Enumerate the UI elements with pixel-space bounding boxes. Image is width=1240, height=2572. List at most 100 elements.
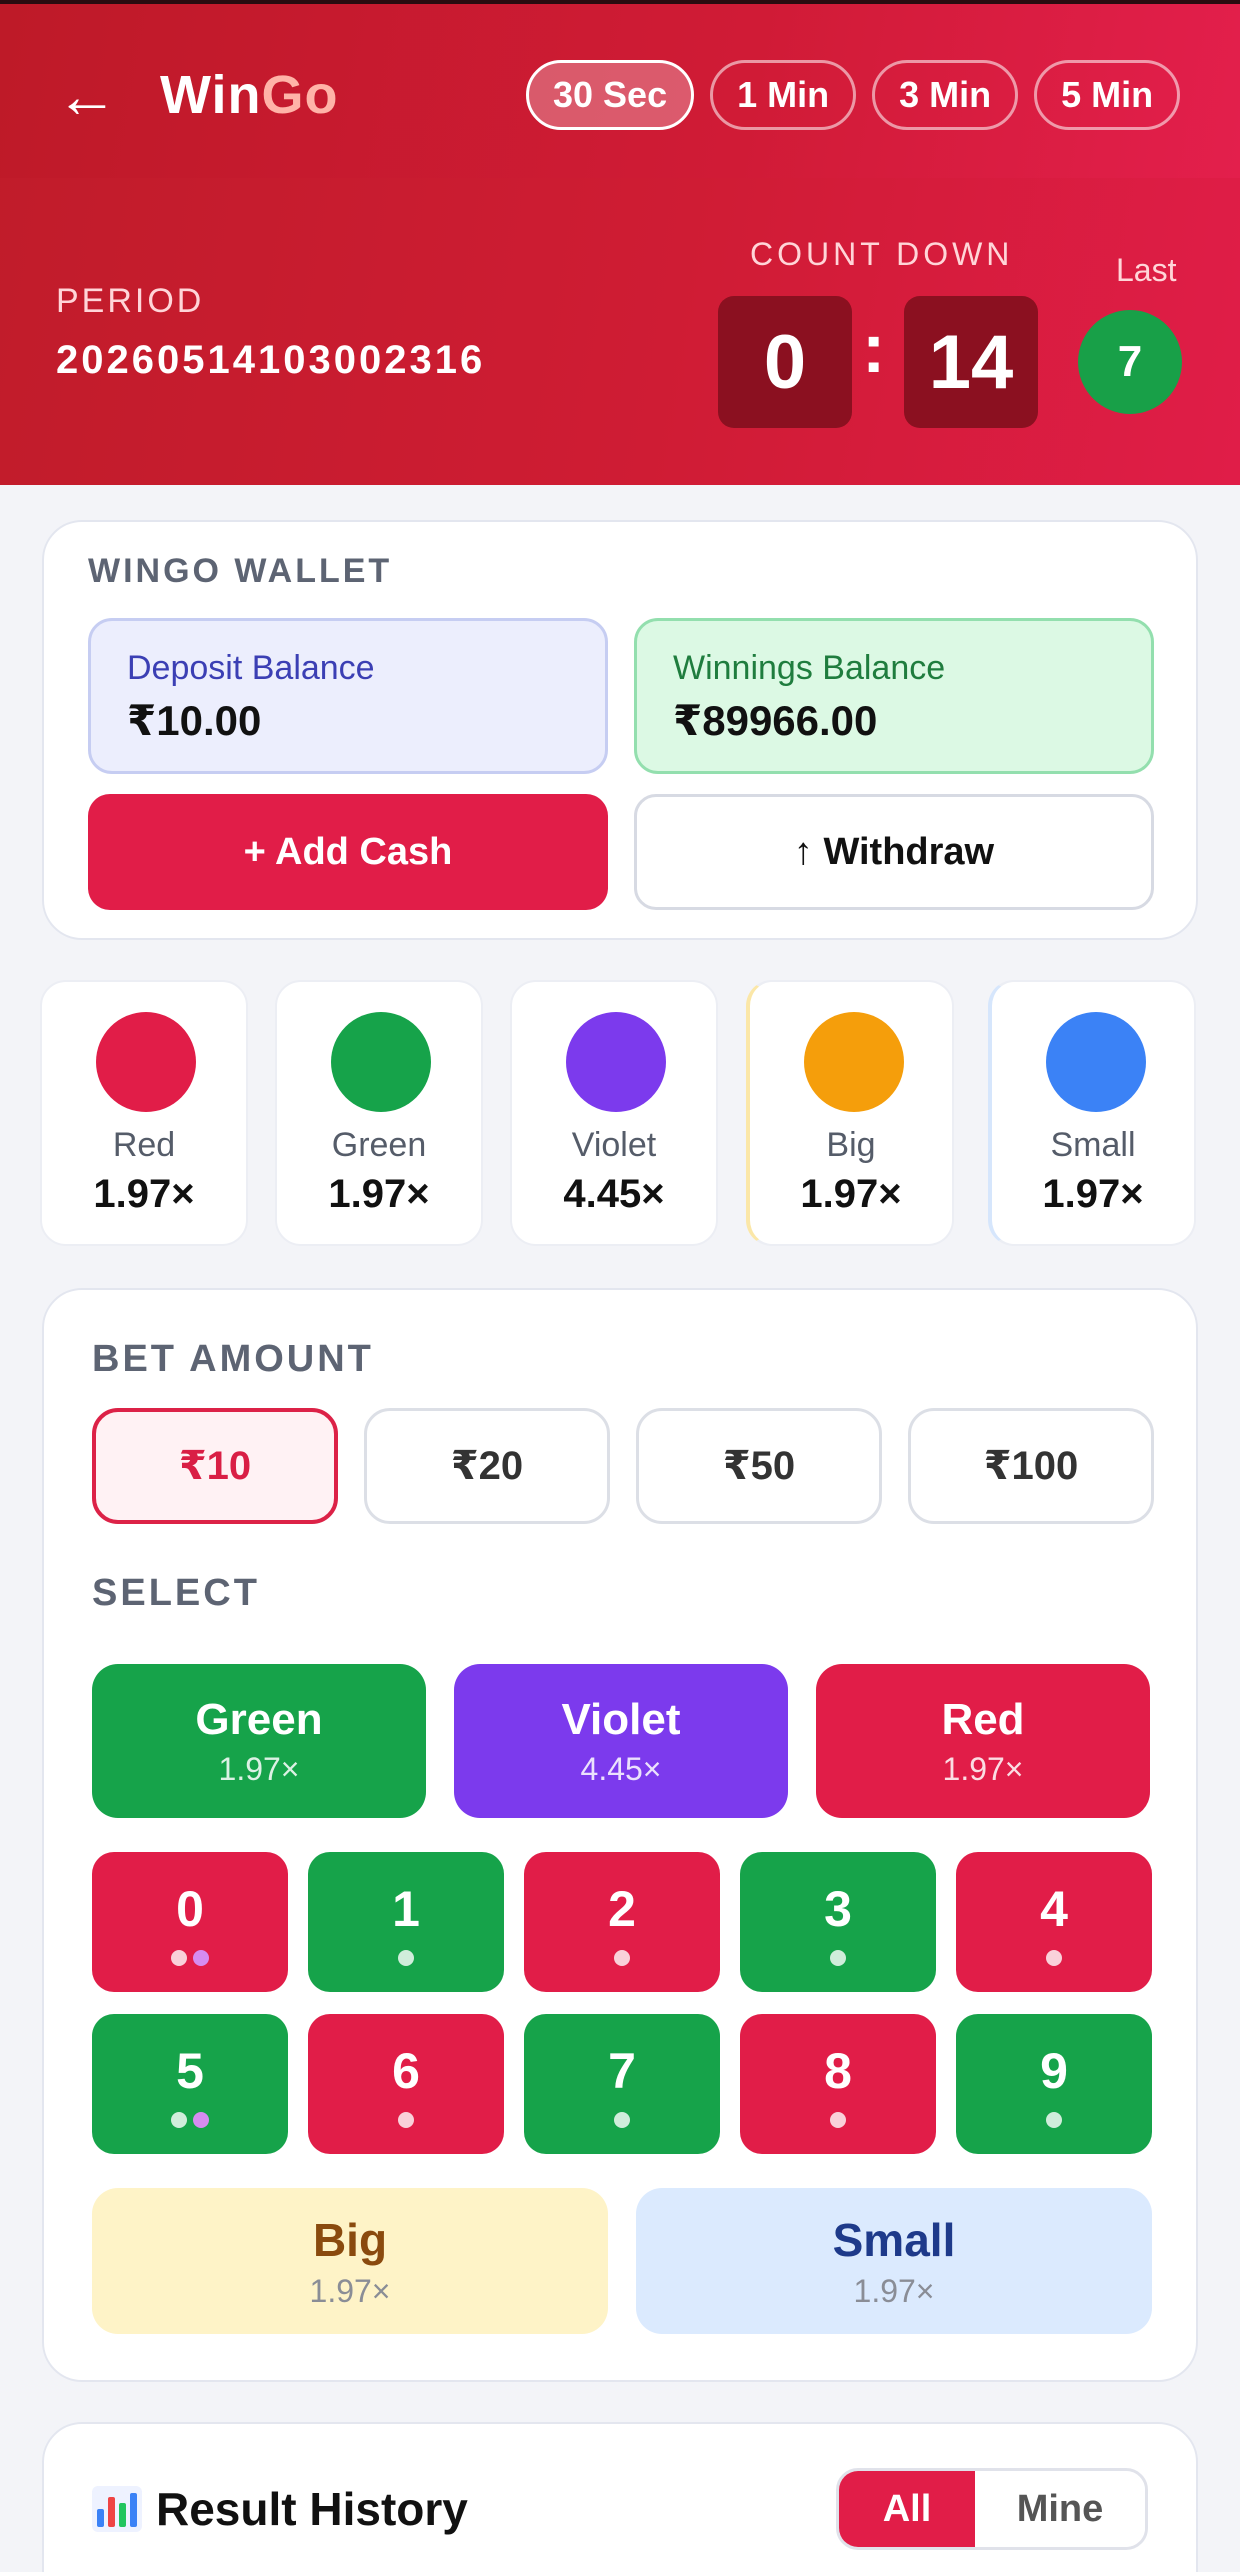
color-name: Violet <box>561 1694 681 1744</box>
dot-icon <box>830 2112 846 2128</box>
odds-card-small: Small 1.97× <box>988 980 1196 1246</box>
number-digit: 2 <box>608 1881 636 1937</box>
tab-5-min[interactable]: 5 Min <box>1034 60 1181 130</box>
odds-name: Green <box>331 1126 427 1164</box>
size-name: Big <box>312 2213 388 2266</box>
odds-name: Small <box>1050 1126 1136 1164</box>
number-dots <box>308 2112 504 2128</box>
select-violet-button[interactable]: Violet 4.45× <box>454 1664 788 1818</box>
withdraw-button[interactable]: ↑ Withdraw <box>634 794 1154 910</box>
number-digit: 3 <box>824 1881 852 1937</box>
tab-1-min[interactable]: 1 Min <box>710 60 857 130</box>
amount-button-100[interactable]: ₹100 <box>908 1408 1154 1524</box>
number-dots <box>740 1950 936 1966</box>
dot-icon <box>171 1950 187 1966</box>
number-button-3[interactable]: 3 <box>740 1852 936 1992</box>
bet-amount-row: ₹10 ₹20 ₹50 ₹100 <box>92 1408 1154 1524</box>
number-digit: 0 <box>176 1881 204 1937</box>
countdown-seconds: 14 <box>904 296 1038 428</box>
dot-icon <box>1046 1950 1062 1966</box>
size-multiplier: 1.97× <box>853 2272 935 2309</box>
number-dots <box>308 1950 504 1966</box>
number-digit: 8 <box>824 2043 852 2099</box>
deposit-balance-amount: ₹10.00 <box>127 697 262 744</box>
odds-multiplier: 1.97× <box>328 1172 430 1216</box>
wallet-title: WINGO WALLET <box>88 552 393 590</box>
back-arrow-icon[interactable]: ← <box>56 66 118 128</box>
odds-name: Big <box>826 1126 876 1164</box>
dot-icon <box>614 2112 630 2128</box>
tab-3-min[interactable]: 3 Min <box>872 60 1019 130</box>
number-digit: 9 <box>1040 2043 1068 2099</box>
deposit-balance-label: Deposit Balance <box>127 649 375 687</box>
number-digit: 1 <box>392 1881 420 1937</box>
dot-icon <box>614 1950 630 1966</box>
dot-icon <box>1046 2112 1062 2128</box>
wallet-card: WINGO WALLET Deposit Balance ₹10.00 Winn… <box>42 520 1198 940</box>
period-label: PERIOD <box>56 282 205 320</box>
dot-icon <box>193 1950 209 1966</box>
odds-multiplier: 4.45× <box>563 1172 665 1216</box>
winnings-balance-label: Winnings Balance <box>673 649 946 687</box>
result-history-title: Result History <box>156 2483 468 2535</box>
number-button-4[interactable]: 4 <box>956 1852 1152 1992</box>
add-cash-button[interactable]: + Add Cash <box>88 794 608 910</box>
select-green-button[interactable]: Green 1.97× <box>92 1664 426 1818</box>
odds-row: Red 1.97× Green 1.97× Violet 4.45× Big 1… <box>40 980 1200 1248</box>
number-button-5[interactable]: 5 <box>92 2014 288 2154</box>
color-name: Green <box>195 1694 323 1744</box>
green-ball-icon <box>331 1012 431 1112</box>
bet-card: BET AMOUNT ₹10 ₹20 ₹50 ₹100 SELECT Green… <box>42 1288 1198 2382</box>
countdown-colon: : <box>862 309 886 387</box>
amount-button-10[interactable]: ₹10 <box>92 1408 338 1524</box>
number-button-8[interactable]: 8 <box>740 2014 936 2154</box>
history-filter-toggle: All Mine <box>836 2468 1148 2550</box>
number-button-2[interactable]: 2 <box>524 1852 720 1992</box>
tab-30-sec[interactable]: 30 Sec <box>526 60 695 130</box>
number-button-0[interactable]: 0 <box>92 1852 288 1992</box>
number-button-1[interactable]: 1 <box>308 1852 504 1992</box>
amount-button-50[interactable]: ₹50 <box>636 1408 882 1524</box>
countdown-label: COUNT DOWN <box>750 236 1014 272</box>
select-title: SELECT <box>92 1572 260 1614</box>
number-button-9[interactable]: 9 <box>956 2014 1152 2154</box>
bet-amount-title: BET AMOUNT <box>92 1338 374 1380</box>
odds-name: Violet <box>571 1126 657 1164</box>
filter-all-button[interactable]: All <box>839 2471 975 2547</box>
number-dots <box>524 2112 720 2128</box>
number-button-6[interactable]: 6 <box>308 2014 504 2154</box>
size-select-row: Big 1.97× Small 1.97× <box>92 2188 1152 2334</box>
number-button-7[interactable]: 7 <box>524 2014 720 2154</box>
color-multiplier: 1.97× <box>942 1750 1024 1787</box>
select-small-button[interactable]: Small 1.97× <box>636 2188 1152 2334</box>
brand-win: Win <box>160 65 262 125</box>
odds-card-big: Big 1.97× <box>746 980 954 1246</box>
select-red-button[interactable]: Red 1.97× <box>816 1664 1150 1818</box>
interval-tabs: 30 Sec 1 Min 3 Min 5 Min <box>526 60 1181 130</box>
brand-go: Go <box>261 65 339 125</box>
color-name: Red <box>941 1694 1025 1744</box>
amount-button-20[interactable]: ₹20 <box>364 1408 610 1524</box>
color-multiplier: 4.45× <box>580 1750 662 1787</box>
period-value: 20260514103002316 <box>56 338 486 382</box>
dot-icon <box>171 2112 187 2128</box>
filter-mine-button[interactable]: Mine <box>975 2471 1145 2547</box>
deposit-balance-box: Deposit Balance ₹10.00 <box>88 618 608 774</box>
size-name: Small <box>832 2213 956 2266</box>
small-ball-icon <box>1046 1012 1146 1112</box>
odds-card-red: Red 1.97× <box>40 980 248 1246</box>
brand-title: WinGo <box>160 64 338 126</box>
number-dots <box>92 2112 288 2128</box>
size-multiplier: 1.97× <box>309 2272 391 2309</box>
dot-icon <box>193 2112 209 2128</box>
odds-card-green: Green 1.97× <box>275 980 483 1246</box>
bar-chart-icon <box>92 2486 142 2532</box>
number-dots <box>956 1950 1152 1966</box>
color-select-row: Green 1.97× Violet 4.45× Red 1.97× <box>92 1664 1150 1818</box>
winnings-balance-amount: ₹89966.00 <box>673 697 878 744</box>
number-dots <box>92 1950 288 1966</box>
big-ball-icon <box>804 1012 904 1112</box>
number-digit: 6 <box>392 2043 420 2099</box>
number-dots <box>524 1950 720 1966</box>
select-big-button[interactable]: Big 1.97× <box>92 2188 608 2334</box>
